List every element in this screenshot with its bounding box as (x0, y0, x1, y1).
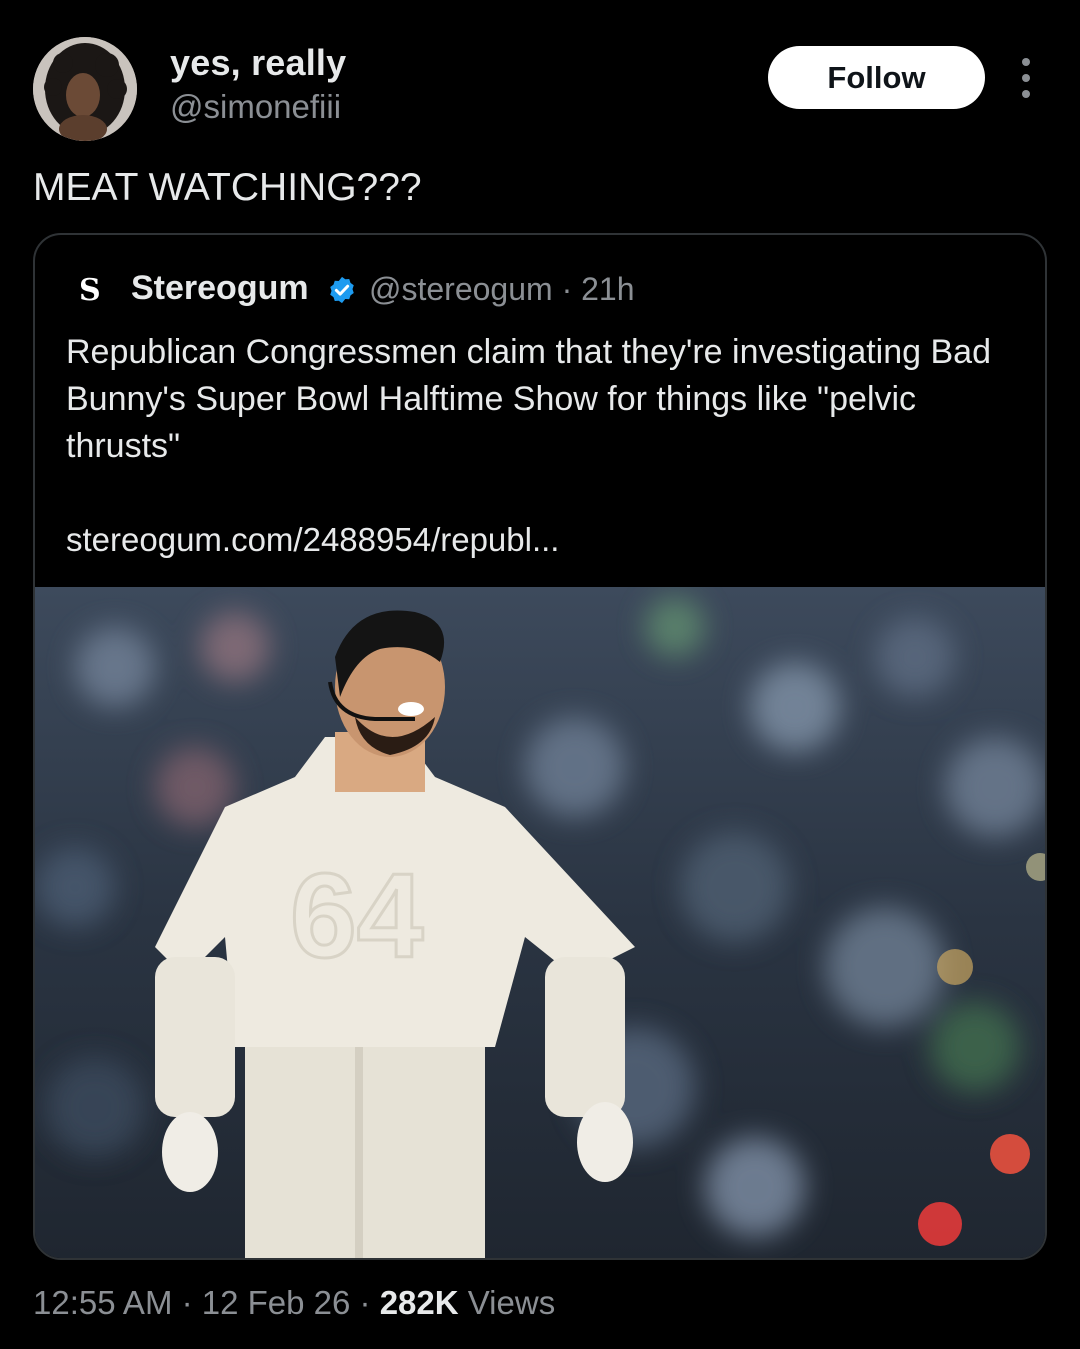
quoted-link[interactable]: stereogum.com/2488954/republ... (66, 521, 559, 559)
tweet-timestamp-views: 12:55 AM · 12 Feb 26 · 282K Views (33, 1284, 555, 1322)
jersey-number: 64 (290, 849, 424, 983)
quoted-media-image[interactable]: 64 (35, 587, 1045, 1258)
more-options-icon[interactable] (1014, 58, 1038, 98)
author-display-name[interactable]: yes, really (170, 42, 346, 84)
quoted-account-logo: S (79, 273, 101, 308)
quoted-account-name: Stereogum (131, 269, 309, 307)
quoted-tweet-text: Republican Congressmen claim that they'r… (66, 333, 991, 465)
follow-button[interactable]: Follow (768, 46, 985, 109)
quoted-handle-time: @stereogum · 21h (369, 271, 635, 307)
author-handle[interactable]: @simonefiii (170, 88, 341, 126)
tweet-text: MEAT WATCHING??? (33, 166, 422, 209)
avatar-photo (33, 37, 137, 141)
author-avatar[interactable] (33, 37, 137, 141)
quoted-tweet-card[interactable]: S Stereogum @stereogum · 21h Republican … (33, 233, 1047, 1260)
tweet-timestamp[interactable]: 12:55 AM · 12 Feb 26 · (33, 1284, 380, 1321)
views-label: Views (458, 1284, 556, 1321)
performer-photo: 64 (35, 587, 1045, 1258)
views-count: 282K (379, 1284, 459, 1321)
verified-badge-icon (330, 276, 354, 304)
